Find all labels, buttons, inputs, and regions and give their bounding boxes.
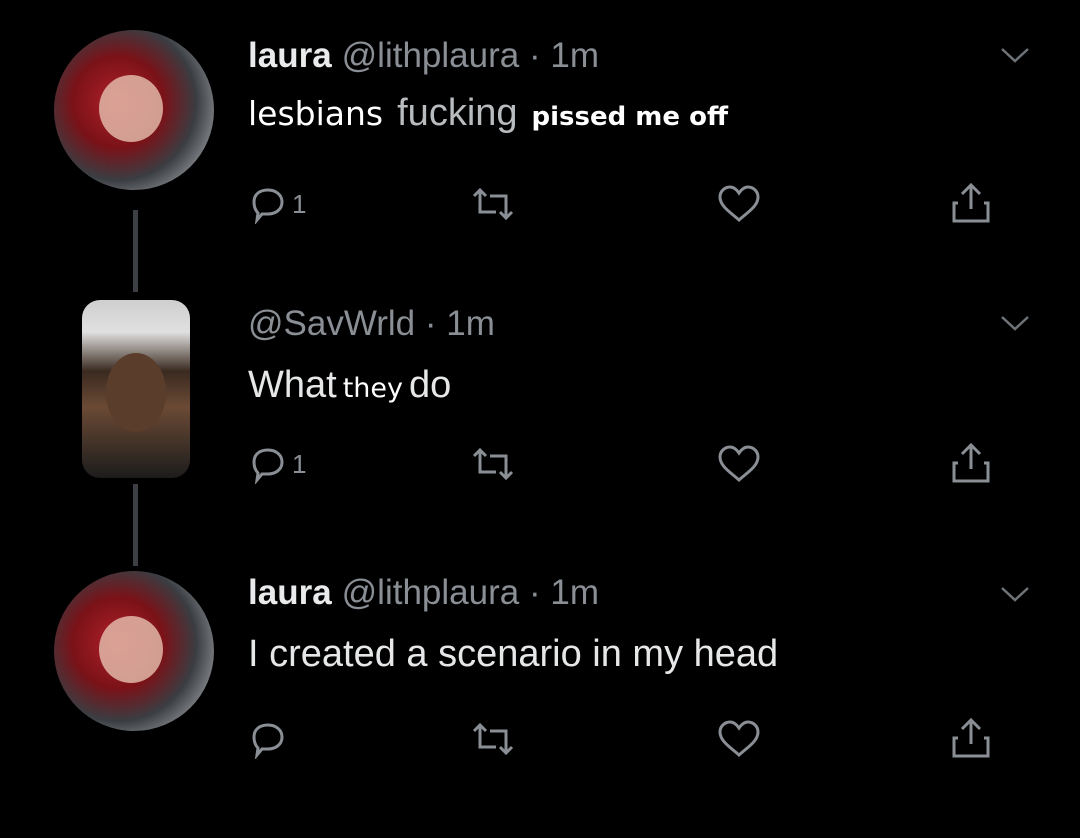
- action-bar: [248, 715, 1008, 763]
- share-button[interactable]: [948, 440, 994, 488]
- separator: ·: [424, 304, 437, 343]
- action-bar: 1: [248, 180, 1008, 228]
- timestamp[interactable]: 1m: [446, 304, 495, 343]
- tweet-text: lesbians fucking pissed me off: [248, 92, 728, 135]
- reply-icon: [252, 448, 284, 484]
- tweet-header: laura @lithplaura · 1m: [248, 36, 599, 76]
- tweet-header: @SavWrld · 1m: [248, 304, 495, 344]
- chevron-down-icon[interactable]: [998, 583, 1032, 605]
- chevron-down-icon[interactable]: [998, 312, 1032, 334]
- avatar[interactable]: [54, 30, 214, 190]
- reply-count: 1: [292, 188, 307, 219]
- tweet-2[interactable]: @SavWrld · 1m What they do 1: [0, 290, 1080, 565]
- retweet-button[interactable]: [470, 440, 516, 488]
- action-bar: 1: [248, 440, 1008, 488]
- handle[interactable]: @lithplaura: [342, 573, 520, 612]
- like-icon: [718, 445, 760, 483]
- retweet-icon: [472, 447, 514, 481]
- reply-icon: [252, 188, 284, 224]
- tweet-text: What they do: [248, 364, 451, 407]
- handle[interactable]: @lithplaura: [342, 36, 520, 75]
- timestamp[interactable]: 1m: [550, 36, 599, 75]
- chevron-down-icon[interactable]: [998, 44, 1032, 66]
- tweet-text: I created a scenario in my head: [248, 633, 779, 675]
- tweet-1[interactable]: laura @lithplaura · 1m lesbians fucking pis…: [0, 0, 1080, 290]
- share-button[interactable]: [948, 180, 994, 228]
- like-button[interactable]: [716, 180, 762, 228]
- reply-button[interactable]: 1: [248, 180, 306, 228]
- timestamp[interactable]: 1m: [550, 573, 599, 612]
- display-name[interactable]: laura: [248, 573, 332, 612]
- tweet-word: pissed me off: [531, 102, 729, 132]
- reply-button[interactable]: [248, 715, 292, 763]
- like-button[interactable]: [716, 715, 762, 763]
- avatar[interactable]: [82, 300, 190, 478]
- tweet-word: do: [409, 364, 452, 406]
- tweet-header: laura @lithplaura · 1m: [248, 573, 599, 613]
- reply-count: 1: [292, 448, 307, 479]
- retweet-icon: [472, 722, 514, 756]
- retweet-button[interactable]: [470, 715, 516, 763]
- like-icon: [718, 720, 760, 758]
- tweet-3[interactable]: laura @lithplaura · 1m I created a scenar…: [0, 565, 1080, 838]
- share-button[interactable]: [948, 715, 994, 763]
- tweet-word: What: [248, 364, 337, 406]
- retweet-icon: [472, 187, 514, 221]
- display-name[interactable]: laura: [248, 36, 332, 75]
- separator: ·: [528, 36, 541, 75]
- retweet-button[interactable]: [470, 180, 516, 228]
- tweet-word: fucking: [397, 92, 518, 134]
- reply-icon: [252, 723, 284, 759]
- tweet-word: they: [342, 373, 403, 404]
- avatar[interactable]: [54, 571, 214, 731]
- reply-button[interactable]: 1: [248, 440, 306, 488]
- share-icon: [952, 717, 990, 758]
- separator: ·: [528, 573, 541, 612]
- like-icon: [718, 185, 760, 223]
- share-icon: [952, 182, 990, 223]
- share-icon: [952, 442, 990, 483]
- handle[interactable]: @SavWrld: [248, 304, 415, 343]
- tweet-word: lesbians: [248, 94, 384, 133]
- like-button[interactable]: [716, 440, 762, 488]
